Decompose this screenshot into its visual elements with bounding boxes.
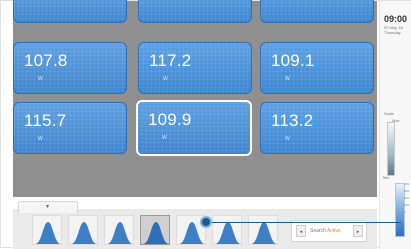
scale-title: Scale (384, 111, 395, 116)
chevron-down-icon: ▾ (46, 204, 50, 210)
thumbnail-7[interactable] (248, 215, 278, 245)
peak-icon (71, 222, 97, 244)
tile-grid: 107.8 W 117.2 W 109.1 W 115.7 W 109.9 W … (13, 0, 377, 197)
tile-value: 107.8 (24, 51, 68, 70)
search-accent-text: Active (326, 228, 341, 234)
peak-icon (107, 222, 133, 244)
legend-tick: 100 (404, 203, 410, 207)
clock: 09:00 (384, 14, 408, 24)
drag-cursor-handle[interactable] (200, 216, 212, 228)
peak-icon (251, 222, 277, 244)
tile-9[interactable]: 113.2 W (260, 102, 374, 154)
legend-tick: 400 (404, 182, 410, 186)
legend-ticks: 400 300 200 100 0 (404, 181, 409, 216)
thumbnail-6[interactable] (212, 215, 242, 245)
tile-6[interactable]: 109.1 W (260, 42, 374, 94)
scale-bar (387, 122, 395, 176)
thumbnail-3[interactable] (104, 215, 134, 245)
date: 02 May 18 Thursday (384, 25, 403, 35)
tile-unit: W (285, 136, 290, 142)
tile-value: 117.2 (149, 51, 192, 70)
next-button[interactable]: ▸ (353, 225, 363, 237)
legend-tick: 300 (404, 189, 410, 193)
tile-value: 113.2 (271, 111, 314, 130)
peak-icon (35, 222, 61, 244)
tile-5[interactable]: 117.2 W (138, 42, 252, 94)
thumbnail-4-active[interactable] (140, 215, 170, 245)
peak-icon (143, 222, 169, 244)
peak-icon (215, 222, 241, 244)
tile-4[interactable]: 107.8 W (13, 42, 127, 94)
thumbnail-1[interactable] (32, 215, 62, 245)
tile-unit: W (38, 76, 43, 82)
tile-unit: W (38, 136, 43, 142)
tile-value: 115.7 (24, 111, 67, 130)
tile-3[interactable] (260, 0, 374, 23)
tile-value: 109.1 (271, 51, 315, 70)
legend-tick: 200 (404, 196, 410, 200)
tile-8-selected[interactable]: 109.9 W (136, 100, 252, 156)
tile-unit: W (163, 76, 168, 82)
search-label: Search Active (310, 228, 341, 234)
legend-tick: 0 (404, 210, 406, 214)
prev-button[interactable]: ◂ (296, 225, 306, 237)
scale-min-label: Min (383, 175, 390, 180)
tile-unit: W (285, 76, 290, 82)
strip-toggle-tab[interactable]: ▾ (18, 201, 78, 213)
app-screen: 107.8 W 117.2 W 109.1 W 115.7 W 109.9 W … (0, 0, 411, 249)
tile-unit: W (162, 135, 167, 141)
tile-1[interactable] (13, 0, 127, 23)
cursor-line (206, 222, 401, 223)
tile-7[interactable]: 115.7 W (13, 102, 127, 154)
thumbnail-2[interactable] (68, 215, 98, 245)
search-navigator: ◂ Search Active ▸ (291, 220, 367, 242)
search-label-text: Search (310, 228, 326, 234)
tile-value: 109.9 (148, 110, 192, 129)
tile-2[interactable] (138, 0, 252, 23)
